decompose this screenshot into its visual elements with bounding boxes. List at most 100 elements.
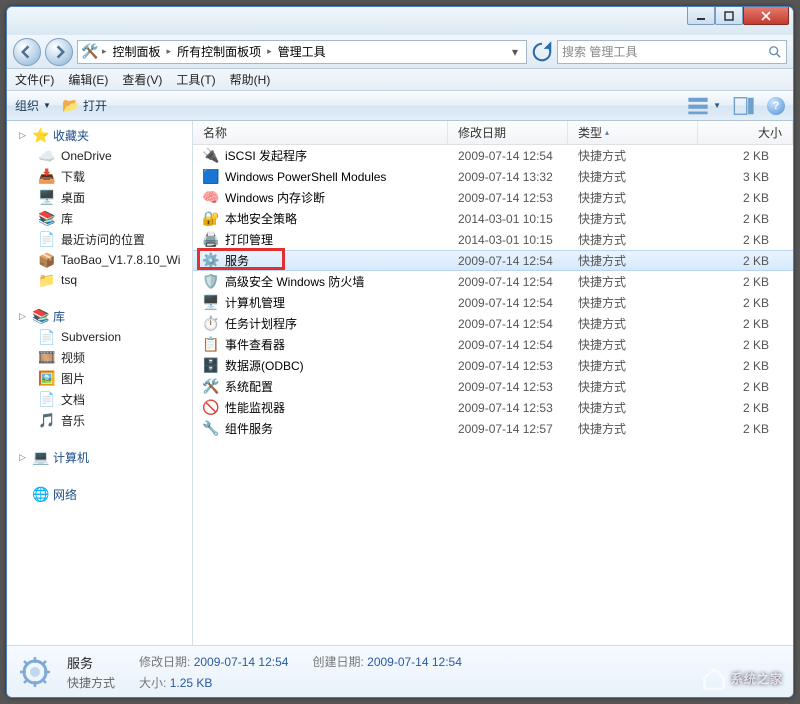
eventvwr-icon: 📋: [203, 337, 219, 353]
crumb[interactable]: 所有控制面板项: [175, 43, 263, 60]
sidebar-item[interactable]: 📚库: [7, 208, 192, 229]
sidebar-item[interactable]: 📄文档: [7, 389, 192, 410]
file-row[interactable]: 🔧组件服务 2009-07-14 12:57 快捷方式 2 KB: [193, 418, 793, 439]
file-name: Windows 内存诊断: [225, 189, 325, 206]
file-row[interactable]: 📋事件查看器 2009-07-14 12:54 快捷方式 2 KB: [193, 334, 793, 355]
file-name: 高级安全 Windows 防火墙: [225, 273, 364, 290]
cloud-icon: ☁️: [39, 148, 55, 164]
favorites-header[interactable]: ▷⭐收藏夹: [7, 125, 192, 146]
file-size: 2 KB: [698, 401, 793, 415]
computer-header[interactable]: ▷💻计算机: [7, 447, 192, 468]
file-date: 2009-07-14 12:54: [448, 149, 568, 163]
memdiag-icon: 🧠: [203, 190, 219, 206]
minimize-button[interactable]: [687, 7, 715, 25]
refresh-button[interactable]: [531, 41, 553, 63]
column-type[interactable]: 类型▴: [568, 121, 698, 144]
sidebar-item[interactable]: 📄Subversion: [7, 327, 192, 347]
sidebar-item[interactable]: ☁️OneDrive: [7, 146, 192, 166]
file-row[interactable]: 🛡️高级安全 Windows 防火墙 2009-07-14 12:54 快捷方式…: [193, 271, 793, 292]
file-row[interactable]: 🖥️计算机管理 2009-07-14 12:54 快捷方式 2 KB: [193, 292, 793, 313]
help-button[interactable]: ?: [767, 97, 785, 115]
sysconfig-icon: 🛠️: [203, 379, 219, 395]
column-size[interactable]: 大小: [698, 121, 793, 144]
file-name: 打印管理: [225, 231, 273, 248]
music-icon: 🎵: [39, 413, 55, 429]
sidebar-item-label: 文档: [61, 391, 85, 408]
file-type: 快捷方式: [568, 357, 698, 374]
sidebar-item-label: 桌面: [61, 189, 85, 206]
file-name: 数据源(ODBC): [225, 357, 304, 374]
file-name: 性能监视器: [225, 399, 285, 416]
expand-icon: ▷: [19, 311, 29, 322]
compsvc-icon: 🔧: [203, 421, 219, 437]
chevron-right-icon: ▸: [167, 46, 172, 57]
sidebar-item-label: 图片: [61, 370, 85, 387]
sidebar-item[interactable]: 🖥️桌面: [7, 187, 192, 208]
sidebar-item[interactable]: 📄最近访问的位置: [7, 229, 192, 250]
file-row[interactable]: ⚙️服务 2009-07-14 12:54 快捷方式 2 KB: [193, 250, 793, 271]
forward-button[interactable]: [45, 38, 73, 66]
file-row[interactable]: 🛠️系统配置 2009-07-14 12:53 快捷方式 2 KB: [193, 376, 793, 397]
organize-button[interactable]: 组织▼: [15, 97, 51, 114]
back-button[interactable]: [13, 38, 41, 66]
menu-help[interactable]: 帮助(H): [230, 71, 271, 88]
file-row[interactable]: 🚫性能监视器 2009-07-14 12:53 快捷方式 2 KB: [193, 397, 793, 418]
menu-edit[interactable]: 编辑(E): [68, 71, 108, 88]
file-type: 快捷方式: [568, 189, 698, 206]
sidebar-item[interactable]: 📁tsq: [7, 270, 192, 290]
sidebar-item[interactable]: 📥下载: [7, 166, 192, 187]
file-row[interactable]: 🔌iSCSI 发起程序 2009-07-14 12:54 快捷方式 2 KB: [193, 145, 793, 166]
file-row[interactable]: 🟦Windows PowerShell Modules 2009-07-14 1…: [193, 166, 793, 187]
network-icon: 🌐: [33, 487, 49, 503]
file-type: 快捷方式: [568, 210, 698, 227]
sidebar-item-label: 视频: [61, 349, 85, 366]
menu-file[interactable]: 文件(F): [15, 71, 54, 88]
crumb[interactable]: 管理工具: [276, 43, 328, 60]
file-size: 2 KB: [698, 317, 793, 331]
svn-icon: 📄: [39, 329, 55, 345]
view-dropdown[interactable]: ▼: [713, 101, 721, 110]
file-row[interactable]: 🔐本地安全策略 2014-03-01 10:15 快捷方式 2 KB: [193, 208, 793, 229]
file-date: 2009-07-14 12:53: [448, 380, 568, 394]
file-date: 2009-07-14 12:54: [448, 338, 568, 352]
sidebar-item-label: 库: [61, 210, 73, 227]
close-button[interactable]: [743, 7, 789, 25]
view-button[interactable]: [687, 95, 709, 117]
file-name: 任务计划程序: [225, 315, 297, 332]
recent-icon: 📄: [39, 232, 55, 248]
file-row[interactable]: 🧠Windows 内存诊断 2009-07-14 12:53 快捷方式 2 KB: [193, 187, 793, 208]
address-dropdown[interactable]: ▾: [508, 45, 522, 59]
maximize-button[interactable]: [715, 7, 743, 25]
address-bar[interactable]: 🛠️ ▸ 控制面板 ▸ 所有控制面板项 ▸ 管理工具 ▾: [77, 40, 527, 64]
menu-view[interactable]: 查看(V): [122, 71, 162, 88]
file-type: 快捷方式: [568, 336, 698, 353]
file-date: 2009-07-14 12:53: [448, 359, 568, 373]
sidebar-item[interactable]: 🎵音乐: [7, 410, 192, 431]
title-bar: [7, 7, 793, 35]
control-panel-icon: 🛠️: [82, 44, 98, 60]
print-icon: 🖨️: [203, 232, 219, 248]
column-name[interactable]: 名称: [193, 121, 448, 144]
sidebar-item[interactable]: 🖼️图片: [7, 368, 192, 389]
search-input[interactable]: 搜索 管理工具: [557, 40, 787, 64]
preview-pane-button[interactable]: [733, 95, 755, 117]
file-name: iSCSI 发起程序: [225, 147, 307, 164]
file-name: 事件查看器: [225, 336, 285, 353]
file-name: 系统配置: [225, 378, 273, 395]
iscsi-icon: 🔌: [203, 148, 219, 164]
menu-tools[interactable]: 工具(T): [176, 71, 215, 88]
open-button[interactable]: 📂打开: [63, 97, 107, 114]
file-row[interactable]: 🗄️数据源(ODBC) 2009-07-14 12:53 快捷方式 2 KB: [193, 355, 793, 376]
library-header[interactable]: ▷📚库: [7, 306, 192, 327]
column-date[interactable]: 修改日期: [448, 121, 568, 144]
file-row[interactable]: ⏱️任务计划程序 2009-07-14 12:54 快捷方式 2 KB: [193, 313, 793, 334]
file-type: 快捷方式: [568, 378, 698, 395]
file-type: 快捷方式: [568, 399, 698, 416]
file-row[interactable]: 🖨️打印管理 2014-03-01 10:15 快捷方式 2 KB: [193, 229, 793, 250]
network-header[interactable]: 🌐网络: [7, 484, 192, 505]
crumb[interactable]: 控制面板: [111, 43, 163, 60]
sidebar-item[interactable]: 🎞️视频: [7, 347, 192, 368]
sidebar-item[interactable]: 📦TaoBao_V1.7.8.10_Wi: [7, 250, 192, 270]
column-headers: 名称 修改日期 类型▴ 大小: [193, 121, 793, 145]
archive-icon: 📦: [39, 252, 55, 268]
